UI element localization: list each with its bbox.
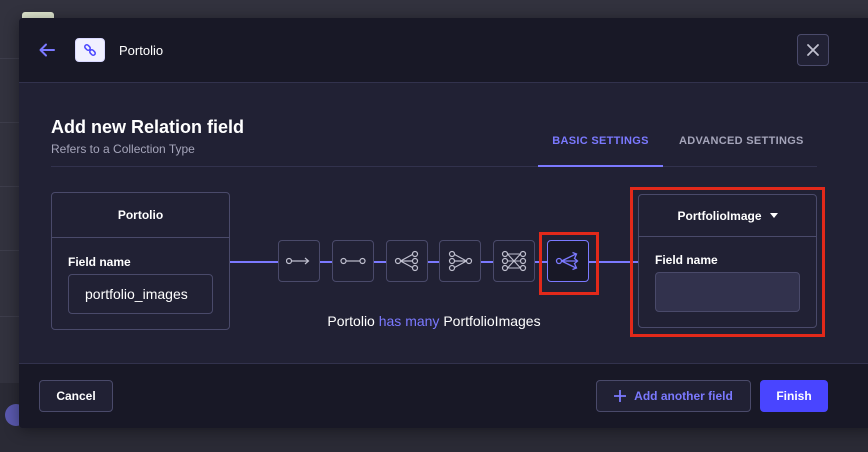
relation-field-modal: Portolio Add new Relation field Refers t… — [19, 18, 868, 428]
one-to-one-icon — [340, 257, 366, 265]
caret-down-icon — [769, 213, 778, 218]
one-way-icon — [286, 257, 310, 265]
source-field-name-label: Field name — [68, 255, 131, 269]
relation-source-name: Portolio — [327, 313, 375, 329]
source-field-name-input[interactable]: portfolio_images — [68, 274, 213, 314]
plus-icon — [614, 390, 627, 402]
relation-verb: has many — [378, 313, 440, 329]
finish-button[interactable]: Finish — [760, 380, 828, 412]
relation-many-to-many-button[interactable] — [493, 240, 535, 282]
active-tab-indicator — [538, 165, 663, 167]
relation-many-to-one-button[interactable] — [439, 240, 481, 282]
source-content-type-name: Portolio — [52, 193, 229, 238]
add-another-field-label: Add another field — [634, 389, 733, 403]
target-content-type-name: PortfolioImage — [677, 208, 762, 223]
one-to-many-icon — [394, 250, 419, 272]
modal-header: Portolio — [19, 18, 868, 83]
tab-basic-settings[interactable]: BASIC SETTINGS — [538, 134, 663, 167]
modal-title: Add new Relation field — [51, 117, 245, 137]
relation-many-way-button[interactable] — [547, 240, 589, 282]
many-to-many-icon — [501, 250, 527, 272]
target-field-name-input[interactable] — [655, 272, 800, 312]
relation-target-name: PortfolioImages — [443, 313, 541, 329]
link-icon — [75, 38, 105, 62]
add-another-field-button[interactable]: Add another field — [596, 380, 751, 412]
close-icon — [807, 44, 819, 56]
relation-one-way-button[interactable] — [278, 240, 320, 282]
cancel-button[interactable]: Cancel — [39, 380, 113, 412]
tabs-divider — [51, 166, 817, 167]
target-content-type-dropdown[interactable]: PortfolioImage — [639, 195, 816, 237]
arrow-left-icon[interactable] — [37, 40, 57, 60]
content-type-name: Portolio — [119, 43, 164, 58]
relation-one-to-many-button[interactable] — [386, 240, 428, 282]
target-field-name-label: Field name — [655, 253, 718, 267]
tab-advanced-settings[interactable]: ADVANCED SETTINGS — [679, 134, 804, 148]
relation-one-to-one-button[interactable] — [332, 240, 374, 282]
close-button[interactable] — [797, 34, 829, 66]
many-to-one-icon — [448, 250, 473, 272]
many-way-icon — [555, 251, 579, 271]
modal-subtitle: Refers to a Collection Type — [51, 142, 195, 156]
